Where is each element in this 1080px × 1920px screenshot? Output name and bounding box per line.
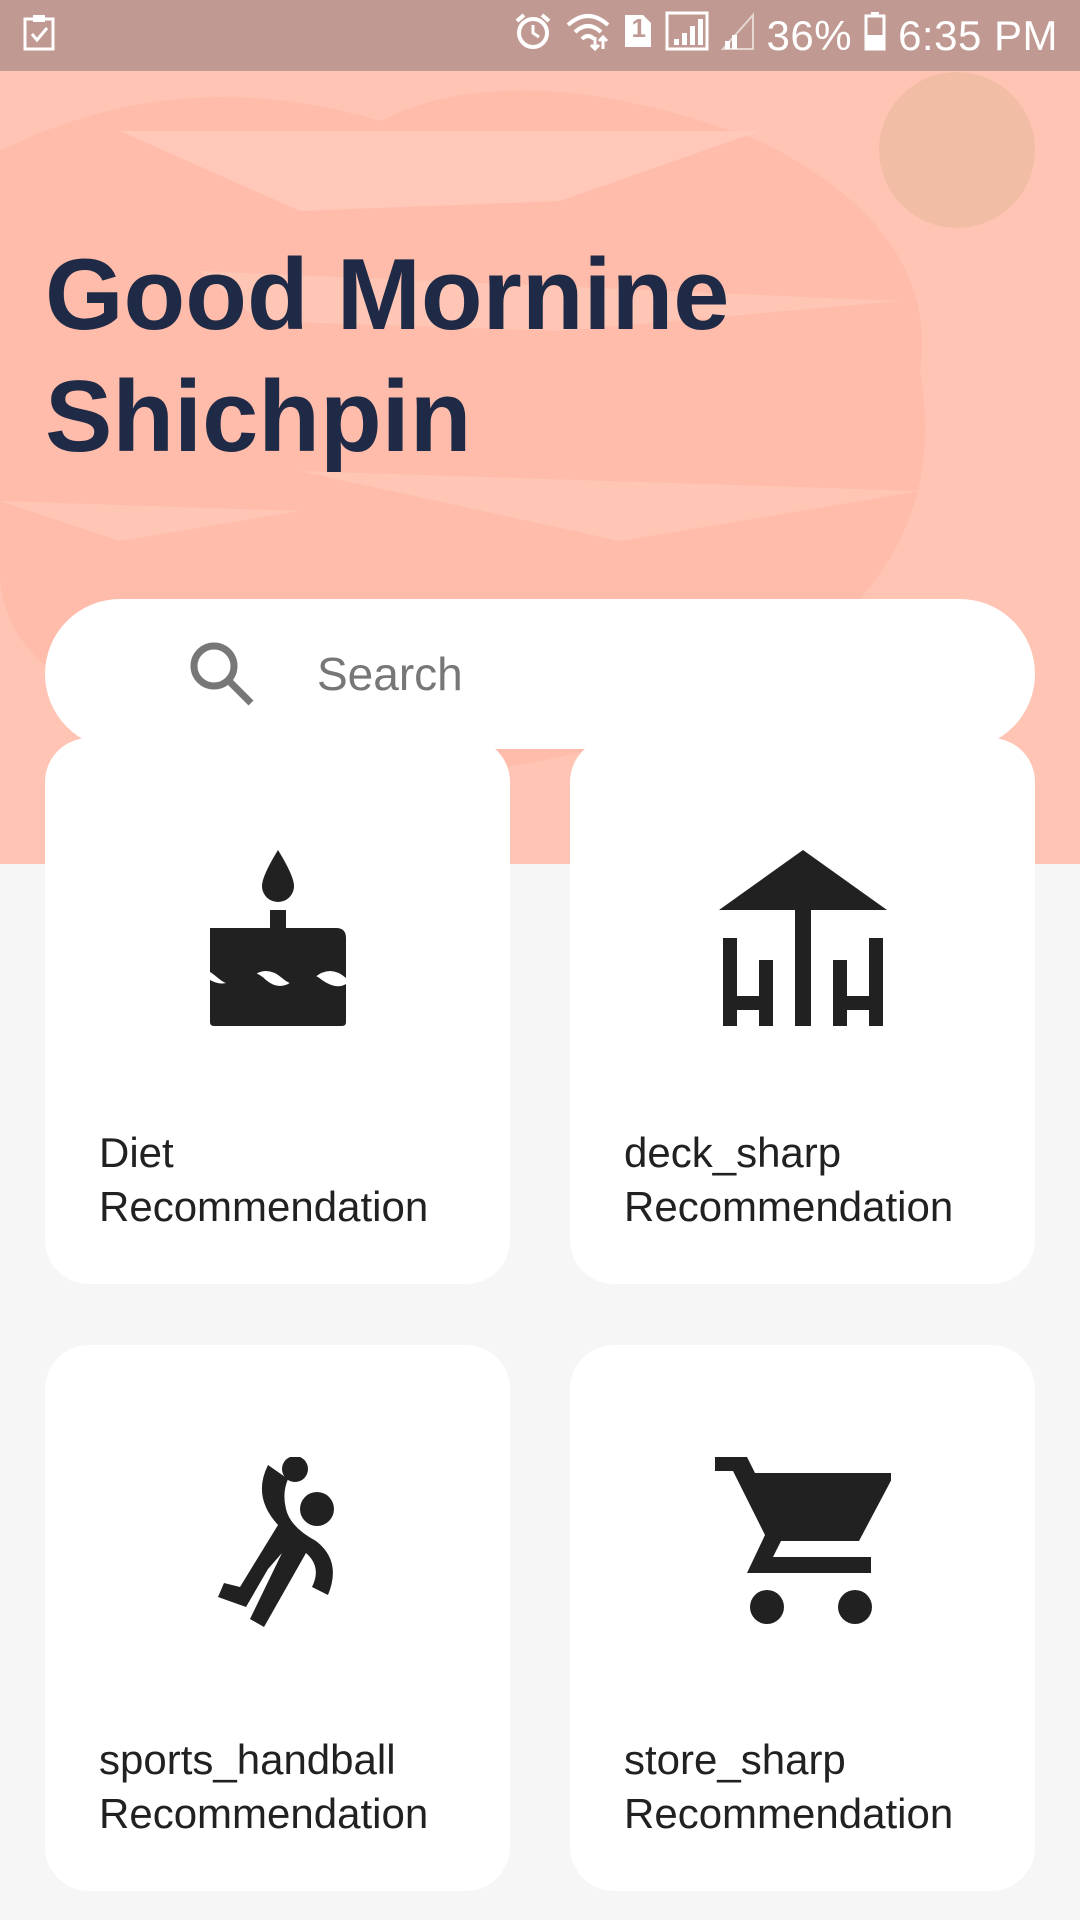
card-subtitle: Recommendation [624, 1790, 954, 1837]
greeting-line-1: Good Mornine [45, 239, 730, 351]
card-label: store_sharp Recommendation [624, 1733, 1024, 1841]
deck-recommendation-card[interactable]: deck_sharp Recommendation [570, 738, 1035, 1284]
signal-weak-icon [720, 11, 755, 61]
deck-icon [715, 850, 891, 1026]
checklist-icon [22, 14, 56, 57]
sim-1-icon: 1 [623, 13, 653, 59]
cake-icon [190, 850, 366, 1026]
battery-icon [864, 11, 886, 61]
clock: 6:35 PM [898, 11, 1058, 59]
sports-handball-icon [190, 1456, 366, 1633]
diet-recommendation-card[interactable]: Diet Recommendation [45, 738, 510, 1284]
card-title: sports_handball [99, 1736, 396, 1783]
card-title: store_sharp [624, 1736, 846, 1783]
search-icon [187, 639, 257, 714]
wifi-icon [565, 11, 611, 61]
card-subtitle: Recommendation [624, 1183, 954, 1230]
card-label: sports_handball Recommendation [99, 1733, 499, 1841]
card-title: Diet [99, 1129, 174, 1176]
alarm-icon [513, 11, 553, 61]
shopping-cart-icon [715, 1457, 895, 1633]
greeting-line-2: Shichpin [45, 361, 472, 473]
card-subtitle: Recommendation [99, 1183, 429, 1230]
card-label: deck_sharp Recommendation [624, 1126, 1024, 1234]
card-label: Diet Recommendation [99, 1126, 499, 1234]
sim-badge: 1 [631, 12, 646, 43]
card-title: deck_sharp [624, 1129, 842, 1176]
status-bar: 1 36% 6:35 PM [0, 0, 1080, 71]
battery-percent: 36% [766, 11, 853, 59]
card-subtitle: Recommendation [99, 1790, 429, 1837]
search-bar[interactable] [45, 599, 1035, 749]
greeting-title: Good Mornine Shichpin [45, 234, 729, 478]
signal-icon [665, 11, 709, 61]
search-input[interactable] [317, 639, 997, 709]
store-recommendation-card[interactable]: store_sharp Recommendation [570, 1345, 1035, 1891]
sports-handball-recommendation-card[interactable]: sports_handball Recommendation [45, 1345, 510, 1891]
